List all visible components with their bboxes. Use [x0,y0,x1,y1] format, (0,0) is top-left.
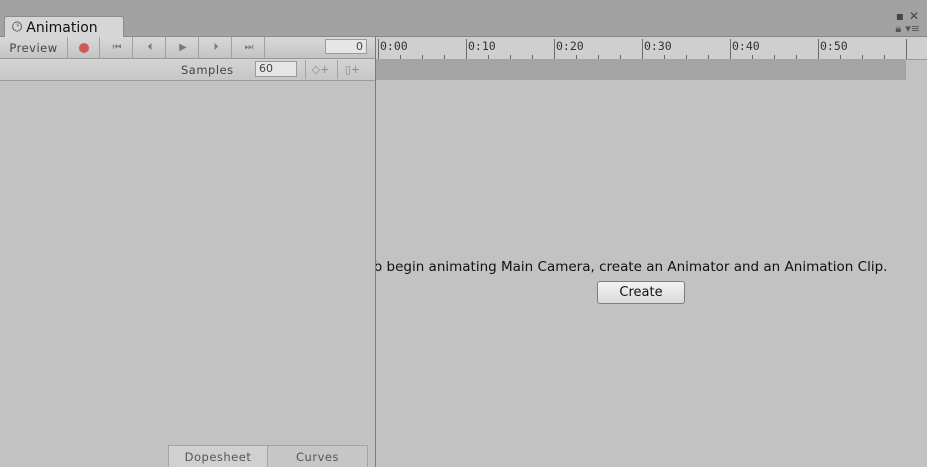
play-icon: ▶ [179,42,187,53]
first-frame-icon: ⏮ [112,42,122,53]
time-label: 0:00 [380,39,408,53]
context-menu-icon[interactable]: ▾≡ [905,23,920,34]
time-label: 0:30 [644,39,672,53]
window-title-bar: 🕑︎ Animation ▪ ✕ 🔒︎ ▾≡ [0,0,927,38]
timeline-tick [818,39,819,59]
record-icon [78,42,89,53]
samples-row: Samples 60 ◇+ ▯+ [0,59,375,81]
window-controls: ▪ ✕ [896,10,919,22]
time-label: 0:10 [468,39,496,53]
samples-label: Samples [181,63,234,77]
add-keyframe-icon: ◇+ [311,63,330,76]
time-label: 0:20 [556,39,584,53]
samples-field[interactable]: 60 [255,61,297,77]
add-event-icon: ▯+ [344,63,361,76]
time-label: 0:40 [732,39,760,53]
clock-icon: 🕑︎ [12,20,23,35]
left-pane: Preview ⏮ ⏴ ▶ ⏵ ⏭ 0 Samples 60 ◇+ ▯+ Dop… [0,37,376,467]
timeline-tick [906,39,907,59]
timeline-tick [466,39,467,59]
create-button[interactable]: Create [597,281,685,304]
record-button[interactable] [68,37,100,58]
tab-title: Animation [26,19,98,36]
prev-keyframe-icon: ⏴ [147,42,153,53]
preview-button[interactable]: Preview [0,37,68,58]
next-keyframe-icon: ⏵ [213,42,219,53]
last-frame-icon: ⏭ [244,42,254,53]
timeline-tick [642,39,643,59]
add-event-button[interactable]: ▯+ [337,60,367,79]
event-strip[interactable] [376,59,906,80]
empty-state-message: To begin animating Main Camera, create a… [376,259,906,275]
animation-tab[interactable]: 🕑︎ Animation [4,16,124,38]
tab-dopesheet[interactable]: Dopesheet [168,445,268,467]
timeline-ruler[interactable]: 0:00 0:10 0:20 0:30 0:40 0:50 [376,37,927,60]
maximize-icon[interactable]: ▪ [896,10,904,22]
empty-state-text: To begin animating Main Camera, create a… [376,259,888,275]
close-icon[interactable]: ✕ [909,10,919,22]
window-menu-controls: 🔒︎ ▾≡ [895,23,920,34]
last-frame-button[interactable]: ⏭ [232,37,265,58]
tab-curves[interactable]: Curves [268,445,368,467]
next-keyframe-button[interactable]: ⏵ [199,37,232,58]
add-keyframe-button[interactable]: ◇+ [305,60,335,79]
first-frame-button[interactable]: ⏮ [100,37,133,58]
timeline-tick [730,39,731,59]
time-label: 0:50 [820,39,848,53]
timeline-tick [378,39,379,59]
timeline-tick [554,39,555,59]
current-frame-field[interactable]: 0 [325,39,367,54]
view-mode-tabs: Dopesheet Curves [168,445,368,467]
play-button[interactable]: ▶ [166,37,199,58]
playback-toolbar: Preview ⏮ ⏴ ▶ ⏵ ⏭ 0 [0,37,375,59]
lock-icon[interactable]: 🔒︎ [895,23,901,34]
prev-keyframe-button[interactable]: ⏴ [133,37,166,58]
